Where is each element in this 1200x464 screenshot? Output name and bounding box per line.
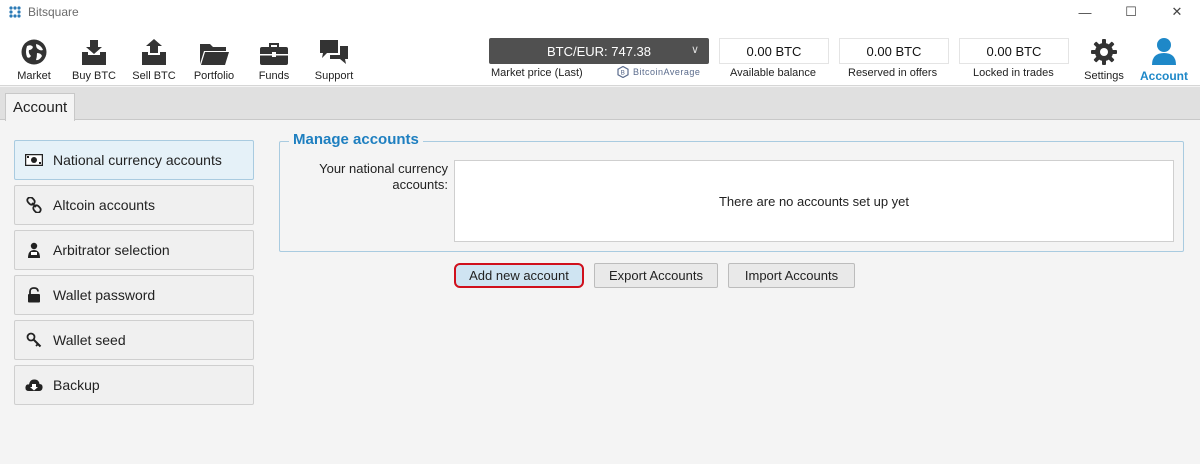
market-price-label: Market price (Last): [491, 67, 583, 79]
bitsquare-logo-icon: [8, 5, 22, 19]
menu-wallet-seed[interactable]: Wallet seed: [14, 320, 254, 360]
menu-wallet-password[interactable]: Wallet password: [14, 275, 254, 315]
nav-buy-btc-label: Buy BTC: [71, 70, 116, 82]
tab-bar: Account: [0, 87, 1200, 121]
menu-arbitrator-selection[interactable]: Arbitrator selection: [14, 230, 254, 270]
briefcase-icon: [244, 36, 304, 66]
globe-icon: [4, 36, 64, 66]
add-new-account-button[interactable]: Add new account: [454, 263, 584, 288]
nav-buy-btc[interactable]: Buy BTC: [64, 36, 124, 82]
available-balance-value: 0.00 BTC: [719, 38, 829, 64]
maximize-button[interactable]: ☐: [1108, 0, 1154, 24]
nav-settings-label: Settings: [1084, 70, 1124, 82]
nav-support[interactable]: Support: [304, 36, 364, 82]
menu-altcoin-accounts[interactable]: Altcoin accounts: [14, 185, 254, 225]
nav-settings[interactable]: Settings: [1080, 36, 1128, 82]
nav-account[interactable]: Account: [1136, 34, 1192, 83]
menu-label: Arbitrator selection: [53, 242, 170, 258]
locked-trades-label: Locked in trades: [973, 67, 1054, 79]
svg-text:B: B: [621, 69, 626, 77]
main-toolbar: Market Buy BTC Sell BTC Portfolio Funds …: [0, 24, 1200, 86]
nav-portfolio-label: Portfolio: [193, 70, 235, 82]
nav-support-label: Support: [314, 70, 354, 82]
window-title: Bitsquare: [28, 5, 79, 19]
key-icon: [25, 331, 43, 349]
manage-accounts-title: Manage accounts: [289, 131, 423, 148]
chat-icon: [304, 36, 364, 66]
bitcoinaverage-icon: B: [617, 66, 629, 78]
market-price-selector[interactable]: BTC/EUR: 747.38 ∨: [489, 38, 709, 64]
nav-account-label: Account: [1140, 69, 1188, 83]
user-icon: [1136, 34, 1192, 66]
nav-sell-btc[interactable]: Sell BTC: [124, 36, 184, 82]
bitcoinaverage-logo: B BitcoinAverage: [617, 66, 700, 78]
accounts-list[interactable]: There are no accounts set up yet: [454, 160, 1174, 242]
nav-sell-btc-label: Sell BTC: [132, 70, 176, 82]
tab-account[interactable]: Account: [5, 93, 76, 121]
arbitrator-icon: [25, 241, 43, 259]
nav-market[interactable]: Market: [4, 36, 64, 82]
menu-label: Altcoin accounts: [53, 197, 155, 213]
national-accounts-label: Your national currency accounts:: [319, 161, 448, 192]
reserved-offers-value: 0.00 BTC: [839, 38, 949, 64]
nav-funds[interactable]: Funds: [244, 36, 304, 82]
sell-btc-icon: [124, 36, 184, 66]
cloud-download-icon: [25, 376, 43, 394]
nav-market-label: Market: [17, 70, 51, 82]
menu-label: Wallet seed: [53, 332, 126, 348]
buy-btc-icon: [64, 36, 124, 66]
available-balance-label: Available balance: [730, 67, 817, 79]
market-price-value: BTC/EUR: 747.38: [546, 43, 652, 59]
menu-label: Wallet password: [53, 287, 156, 303]
close-button[interactable]: ✕: [1154, 0, 1200, 24]
menu-backup[interactable]: Backup: [14, 365, 254, 405]
banknote-icon: [25, 151, 43, 169]
menu-label: National currency accounts: [53, 152, 222, 168]
menu-label: Backup: [53, 377, 100, 393]
minimize-button[interactable]: —: [1062, 0, 1108, 24]
import-accounts-button[interactable]: Import Accounts: [728, 263, 855, 288]
locked-trades-value: 0.00 BTC: [959, 38, 1069, 64]
export-accounts-button[interactable]: Export Accounts: [594, 263, 718, 288]
empty-list-message: There are no accounts set up yet: [718, 193, 910, 209]
chevron-down-icon: ∨: [690, 44, 699, 56]
lock-icon: [25, 286, 43, 304]
reserved-offers-label: Reserved in offers: [848, 67, 938, 79]
folder-icon: [184, 36, 244, 66]
gear-icon: [1080, 36, 1128, 66]
menu-national-currency-accounts[interactable]: National currency accounts: [14, 140, 254, 180]
nav-portfolio[interactable]: Portfolio: [184, 36, 244, 82]
bitcoinaverage-label: BitcoinAverage: [633, 67, 701, 77]
nav-funds-label: Funds: [258, 70, 290, 82]
link-icon: [25, 196, 43, 214]
title-bar: Bitsquare — ☐ ✕: [0, 0, 1200, 24]
